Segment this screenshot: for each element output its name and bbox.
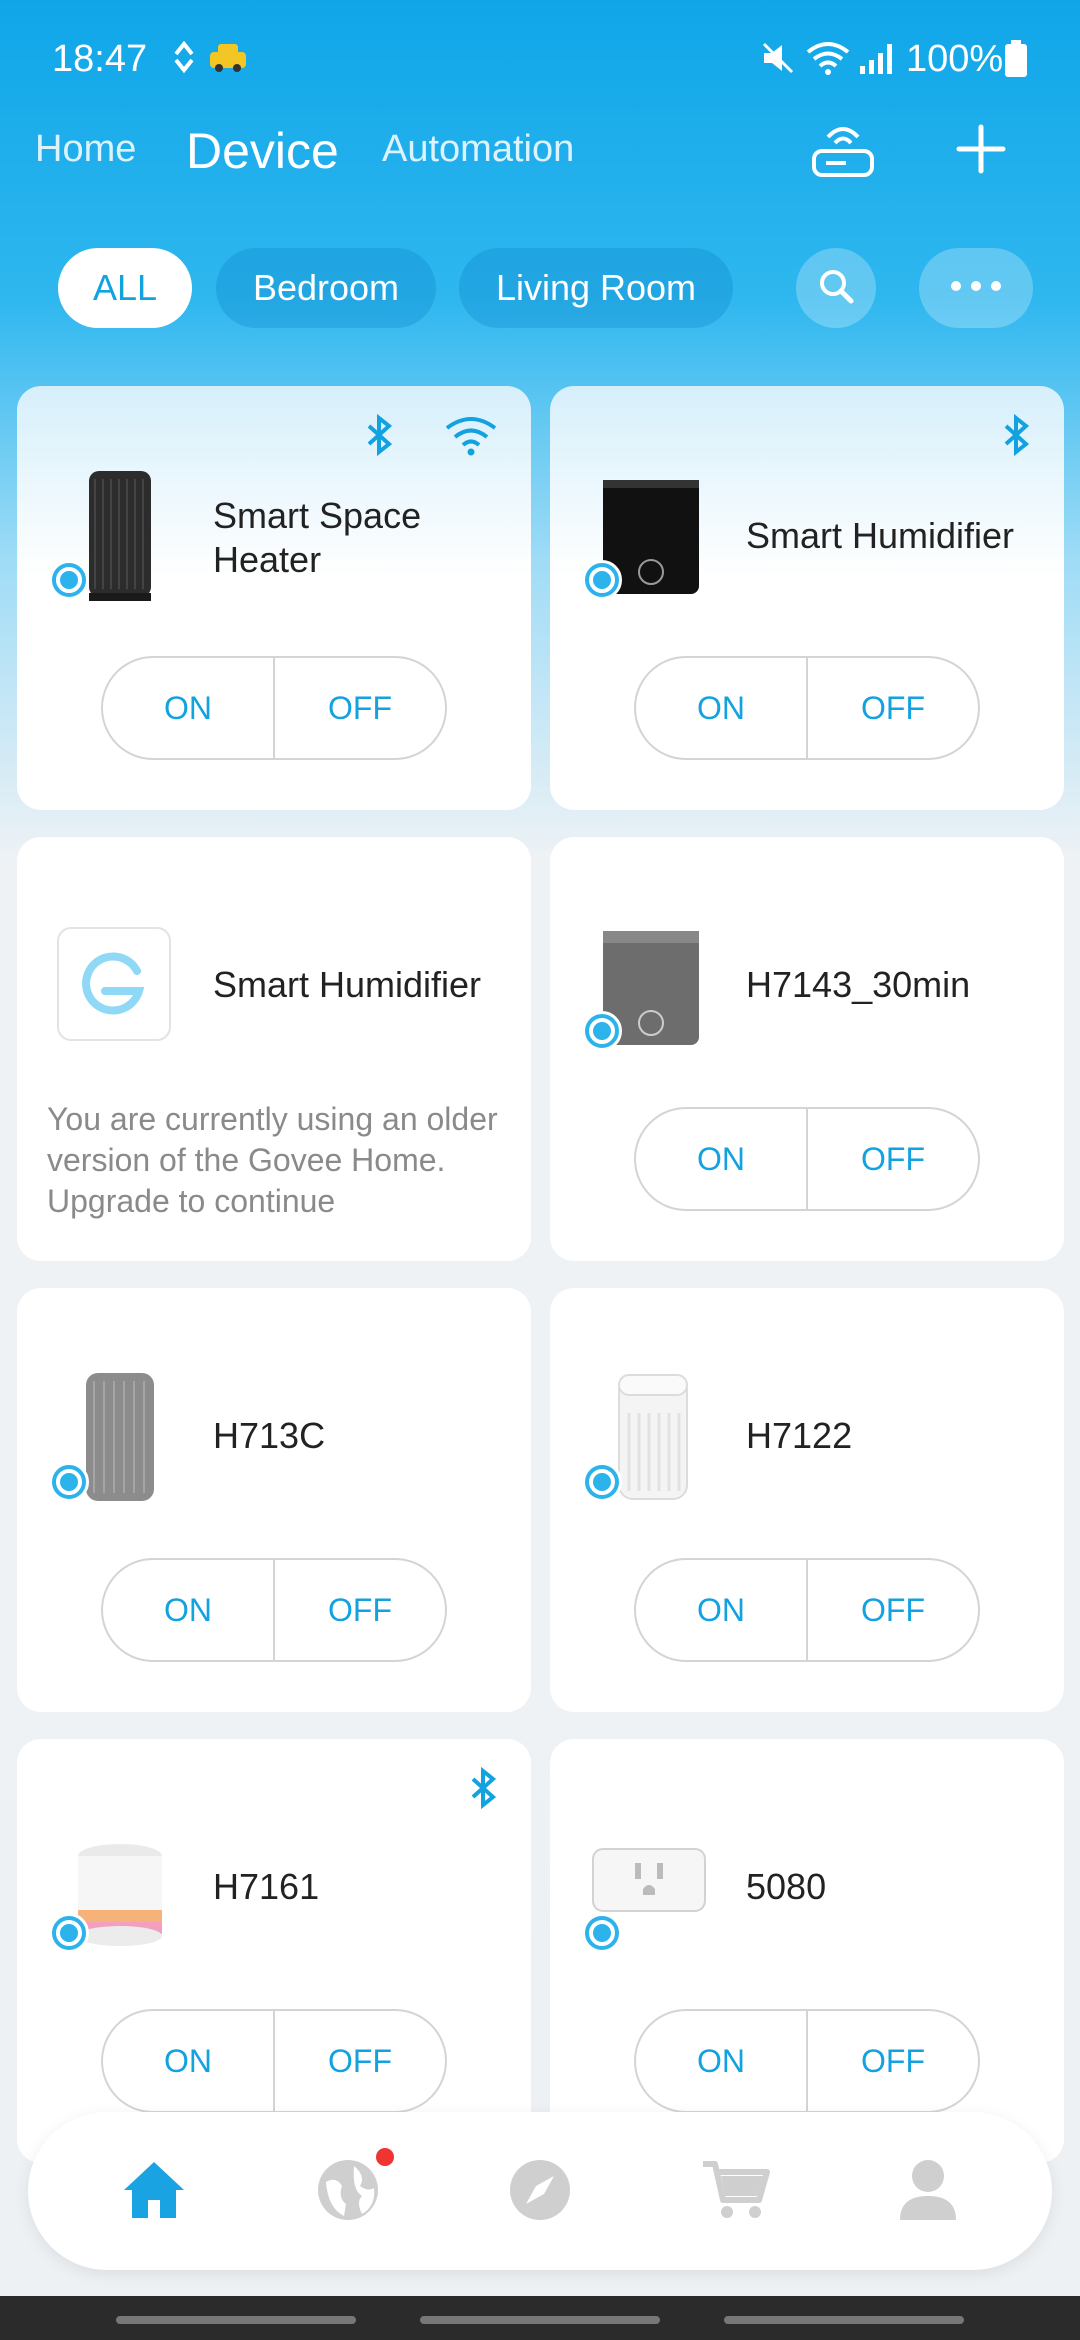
status-bar: 18:47 100% xyxy=(0,0,1080,120)
device-name: 5080 xyxy=(746,1866,827,1907)
power-toggle: ON OFF xyxy=(634,2009,980,2113)
upgrade-notice: You are currently using an older version… xyxy=(47,1101,498,1219)
device-card-h713c[interactable]: H713C ON OFF xyxy=(17,1288,531,1712)
device-card-space-heater[interactable]: Smart Space Heater ON OFF xyxy=(17,386,531,810)
gesture-pill[interactable] xyxy=(420,2316,660,2324)
device-card-h7161[interactable]: H7161 ON OFF xyxy=(17,1739,531,2163)
home-icon xyxy=(122,2160,186,2225)
power-toggle: ON OFF xyxy=(101,1558,447,1662)
off-button[interactable]: OFF xyxy=(806,2011,978,2111)
device-card-5080[interactable]: 5080 ON OFF xyxy=(550,1739,1064,2163)
plus-icon xyxy=(955,123,1007,180)
alexa-icon xyxy=(49,1462,89,1502)
globe-icon xyxy=(316,2158,380,2227)
device-name: H7122 xyxy=(746,1415,853,1456)
device-card-h7122[interactable]: H7122 ON OFF xyxy=(550,1288,1064,1712)
signal-icon xyxy=(858,40,898,81)
on-button[interactable]: ON xyxy=(103,658,273,758)
tab-device[interactable]: Device xyxy=(186,122,339,180)
device-name: Smart Space Heater xyxy=(213,495,422,580)
taxi-icon xyxy=(208,40,248,79)
on-button[interactable]: ON xyxy=(636,2011,806,2111)
alexa-icon xyxy=(582,1462,622,1502)
bottom-nav xyxy=(28,2112,1052,2270)
wifi-status-icon xyxy=(806,40,850,81)
bluetooth-icon xyxy=(1002,413,1032,461)
alexa-icon xyxy=(582,560,622,600)
profile-icon xyxy=(898,2158,958,2227)
more-button[interactable] xyxy=(919,248,1033,328)
gesture-pill xyxy=(116,2316,356,2324)
gesture-pill xyxy=(724,2316,964,2324)
search-button[interactable] xyxy=(796,248,876,328)
power-toggle: ON OFF xyxy=(634,1558,980,1662)
on-button[interactable]: ON xyxy=(636,1109,806,1209)
alexa-icon xyxy=(49,560,89,600)
system-gesture-bar xyxy=(0,2296,1080,2340)
device-card-outdated-humidifier[interactable]: Smart Humidifier You are currently using… xyxy=(17,837,531,1261)
nav-discover[interactable] xyxy=(310,2154,386,2230)
alexa-icon xyxy=(582,1011,622,1051)
nav-profile[interactable] xyxy=(890,2154,966,2230)
bluetooth-icon xyxy=(365,413,395,461)
on-button[interactable]: ON xyxy=(103,2011,273,2111)
more-dots-icon xyxy=(948,279,1004,297)
off-button[interactable]: OFF xyxy=(273,2011,445,2111)
bluetooth-icon xyxy=(469,1766,499,1814)
tab-home[interactable]: Home xyxy=(35,128,136,171)
sync-icon xyxy=(172,40,196,79)
off-button[interactable]: OFF xyxy=(273,658,445,758)
off-button[interactable]: OFF xyxy=(273,1560,445,1660)
device-name: Smart Humidifier xyxy=(746,515,1015,556)
device-image xyxy=(588,1843,710,1919)
device-name: Smart Humidifier xyxy=(213,964,482,1005)
notification-dot xyxy=(376,2148,394,2166)
on-button[interactable]: ON xyxy=(636,658,806,758)
on-button[interactable]: ON xyxy=(103,1560,273,1660)
compass-icon xyxy=(508,2158,572,2227)
filter-bedroom[interactable]: Bedroom xyxy=(216,248,436,328)
filter-all[interactable]: ALL xyxy=(58,248,192,328)
device-name: H713C xyxy=(213,1415,326,1456)
device-card-smart-humidifier[interactable]: Smart Humidifier ON OFF xyxy=(550,386,1064,810)
nav-home[interactable] xyxy=(116,2154,192,2230)
device-name: H7143_30min xyxy=(746,964,971,1005)
filter-living-room[interactable]: Living Room xyxy=(459,248,733,328)
off-button[interactable]: OFF xyxy=(806,1109,978,1209)
wifi-icon xyxy=(445,416,497,461)
alexa-icon xyxy=(49,1913,89,1953)
nav-shop[interactable] xyxy=(698,2154,774,2230)
power-toggle: ON OFF xyxy=(101,2009,447,2113)
power-toggle: ON OFF xyxy=(634,656,980,760)
device-name: H7161 xyxy=(213,1866,320,1907)
search-icon xyxy=(816,266,856,311)
device-card-h7143[interactable]: H7143_30min ON OFF xyxy=(550,837,1064,1261)
battery-icon xyxy=(1004,40,1028,83)
on-button[interactable]: ON xyxy=(636,1560,806,1660)
nav-explore[interactable] xyxy=(502,2154,578,2230)
tab-automation[interactable]: Automation xyxy=(382,128,574,171)
router-icon xyxy=(810,119,876,184)
battery-percent: 100% xyxy=(906,38,1004,80)
power-toggle: ON OFF xyxy=(101,656,447,760)
mute-icon xyxy=(760,40,796,81)
govee-logo xyxy=(57,927,171,1041)
add-device-button[interactable] xyxy=(945,115,1017,187)
status-time: 18:47 xyxy=(52,38,148,80)
gateway-button[interactable] xyxy=(807,115,879,187)
off-button[interactable]: OFF xyxy=(806,1560,978,1660)
cart-icon xyxy=(701,2158,771,2227)
off-button[interactable]: OFF xyxy=(806,658,978,758)
alexa-icon xyxy=(582,1913,622,1953)
power-toggle: ON OFF xyxy=(634,1107,980,1211)
